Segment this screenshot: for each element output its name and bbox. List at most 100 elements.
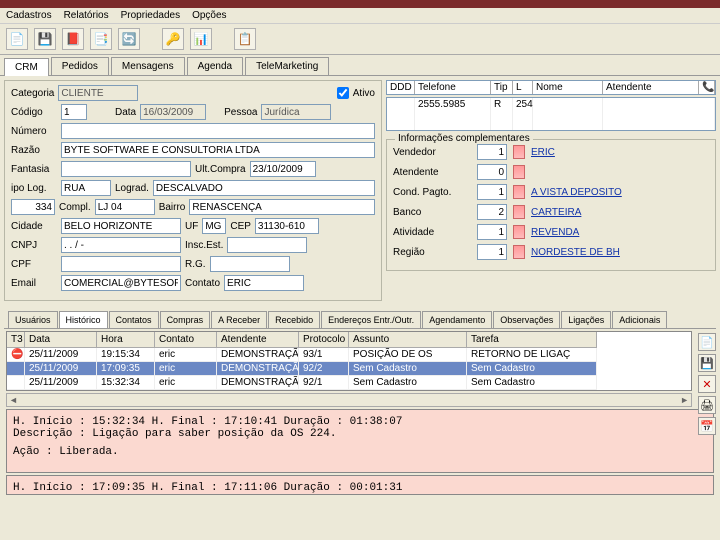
table-row[interactable]: 25/11/200917:09:35ericDEMONSTRAÇÃ92/2Sem… (7, 362, 691, 376)
pdf-icon[interactable]: 📕 (62, 28, 84, 50)
banco-val[interactable]: CARTEIRA (531, 207, 581, 218)
subtab-observacoes[interactable]: Observações (493, 311, 560, 328)
atendente-num[interactable] (477, 164, 507, 180)
lookup-icon[interactable] (513, 245, 525, 259)
comp-fieldset: Informações complementares Vendedor ERIC… (386, 139, 716, 271)
subtab-compras[interactable]: Compras (160, 311, 211, 328)
ativ-val[interactable]: REVENDA (531, 227, 579, 238)
phone-hdr-ddd: DDD (387, 81, 415, 94)
tab-agenda[interactable]: Agenda (187, 57, 243, 75)
subtab-ligacoes[interactable]: Ligações (561, 311, 611, 328)
new-icon[interactable]: 📄 (6, 28, 28, 50)
banco-num[interactable] (477, 204, 507, 220)
subtab-historico[interactable]: Histórico (59, 311, 108, 328)
menu-opcoes[interactable]: Opções (192, 10, 226, 21)
bairro-field[interactable] (189, 199, 375, 215)
numero-field[interactable] (61, 123, 375, 139)
key-icon[interactable]: 🔑 (162, 28, 184, 50)
phone-at[interactable] (603, 98, 715, 130)
atendente-label: Atendente (393, 167, 471, 178)
vendedor-num[interactable] (477, 144, 507, 160)
compl-field[interactable] (95, 199, 155, 215)
subtab-adicionais[interactable]: Adicionais (612, 311, 667, 328)
categoria-select[interactable] (58, 85, 138, 101)
phone-l[interactable]: 254 (513, 98, 533, 130)
subtab-areceber[interactable]: A Receber (211, 311, 267, 328)
new-row-icon[interactable]: 📄 (698, 333, 716, 351)
detail-line1: H. Início : 15:32:34 H. Final : 17:10:41… (13, 416, 707, 428)
grid-hdr-contato[interactable]: Contato (155, 332, 217, 348)
rg-field[interactable] (210, 256, 290, 272)
cidade-field[interactable] (61, 218, 181, 234)
lookup-icon[interactable] (513, 225, 525, 239)
phone-tel[interactable]: 2555.5985 (415, 98, 491, 130)
vendedor-val[interactable]: ERIC (531, 147, 555, 158)
subtab-recebido[interactable]: Recebido (268, 311, 320, 328)
phone-ddd[interactable] (387, 98, 415, 130)
grid-scrollbar[interactable]: ◄► (6, 393, 692, 407)
ativo-checkbox[interactable] (337, 87, 349, 99)
lookup-icon[interactable] (513, 165, 525, 179)
cond-num[interactable] (477, 184, 507, 200)
menu-relatorios[interactable]: Relatórios (64, 10, 109, 21)
refresh-icon[interactable]: 🔄 (118, 28, 140, 50)
tab-mensagens[interactable]: Mensagens (111, 57, 185, 75)
phone-nome[interactable] (533, 98, 603, 130)
contato-field[interactable] (224, 275, 304, 291)
num-field[interactable] (11, 199, 55, 215)
table-row[interactable]: 25/11/200915:32:34ericDEMONSTRAÇÃ92/1Sem… (7, 376, 691, 390)
menu-cadastros[interactable]: Cadastros (6, 10, 52, 21)
ipolog-label: ipo Log. (11, 183, 57, 194)
grid-hdr-data[interactable]: Data (25, 332, 97, 348)
ativ-num[interactable] (477, 224, 507, 240)
delete-row-icon[interactable]: ✕ (698, 375, 716, 393)
reg-val[interactable]: NORDESTE DE BH (531, 247, 620, 258)
tab-telemarketing[interactable]: TeleMarketing (245, 57, 329, 75)
tab-pedidos[interactable]: Pedidos (51, 57, 109, 75)
grid-hdr-assunto[interactable]: Assunto (349, 332, 467, 348)
subtab-enderecos[interactable]: Endereços Entr./Outr. (321, 311, 421, 328)
pessoa-select[interactable] (261, 104, 331, 120)
copy-icon[interactable]: 📑 (90, 28, 112, 50)
grid-hdr-hora[interactable]: Hora (97, 332, 155, 348)
lookup-icon[interactable] (513, 205, 525, 219)
codigo-field[interactable] (61, 104, 87, 120)
email-field[interactable] (61, 275, 181, 291)
razao-field[interactable] (61, 142, 375, 158)
grid-hdr-atendente[interactable]: Atendente (217, 332, 299, 348)
cpf-field[interactable] (61, 256, 181, 272)
banco-label: Banco (393, 207, 471, 218)
phone-icon[interactable]: 📞 (699, 81, 715, 94)
menu-propriedades[interactable]: Propriedades (121, 10, 180, 21)
lookup-icon[interactable] (513, 145, 525, 159)
lograd-field[interactable] (153, 180, 375, 196)
table-row[interactable]: ⛔25/11/200919:15:34ericDEMONSTRAÇÃ93/1PO… (7, 348, 691, 362)
insc-field[interactable] (227, 237, 307, 253)
print-icon[interactable]: 🖨 (698, 396, 716, 414)
uf-field[interactable] (202, 218, 226, 234)
save-row-icon[interactable]: 💾 (698, 354, 716, 372)
cep-field[interactable] (255, 218, 319, 234)
chart-icon[interactable]: 📊 (190, 28, 212, 50)
cond-val[interactable]: A VISTA DEPOSITO (531, 187, 622, 198)
calendar-icon[interactable]: 📅 (698, 417, 716, 435)
history-grid[interactable]: T3 Data Hora Contato Atendente Protocolo… (6, 331, 692, 391)
grid-hdr-protocolo[interactable]: Protocolo (299, 332, 349, 348)
grid-hdr-tarefa[interactable]: Tarefa (467, 332, 597, 348)
save-icon[interactable]: 💾 (34, 28, 56, 50)
data-field[interactable] (140, 104, 206, 120)
subtab-agendamento[interactable]: Agendamento (422, 311, 492, 328)
ipolog-field[interactable] (61, 180, 111, 196)
fantasia-field[interactable] (61, 161, 191, 177)
grid-hdr-icon: T3 (7, 332, 25, 348)
detail-line3: Ação : Liberada. (13, 446, 707, 458)
phone-tip[interactable]: R (491, 98, 513, 130)
cnpj-field[interactable] (61, 237, 181, 253)
lookup-icon[interactable] (513, 185, 525, 199)
tab-crm[interactable]: CRM (4, 58, 49, 76)
reg-num[interactable] (477, 244, 507, 260)
subtab-contatos[interactable]: Contatos (109, 311, 159, 328)
ultcompra-field[interactable] (250, 161, 316, 177)
subtab-usuarios[interactable]: Usuários (8, 311, 58, 328)
doc-icon[interactable]: 📋 (234, 28, 256, 50)
